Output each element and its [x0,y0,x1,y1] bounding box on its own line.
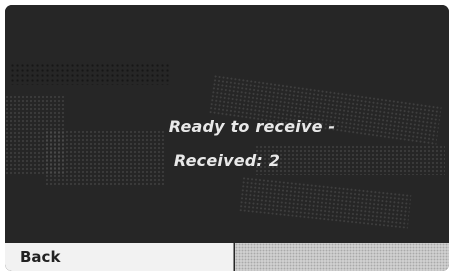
message-area: Ready to receive - Received: 2 [5,5,449,241]
empty-softkey [235,243,449,271]
softkey-bar: Back [5,241,449,271]
status-message: Ready to receive - [168,117,336,136]
display-screen: Ready to receive - Received: 2 Back [5,5,449,271]
back-button[interactable]: Back [5,243,234,271]
received-count: Received: 2 [173,151,281,170]
background-texture [238,176,412,229]
back-button-label: Back [20,248,61,266]
background-texture [10,63,170,85]
